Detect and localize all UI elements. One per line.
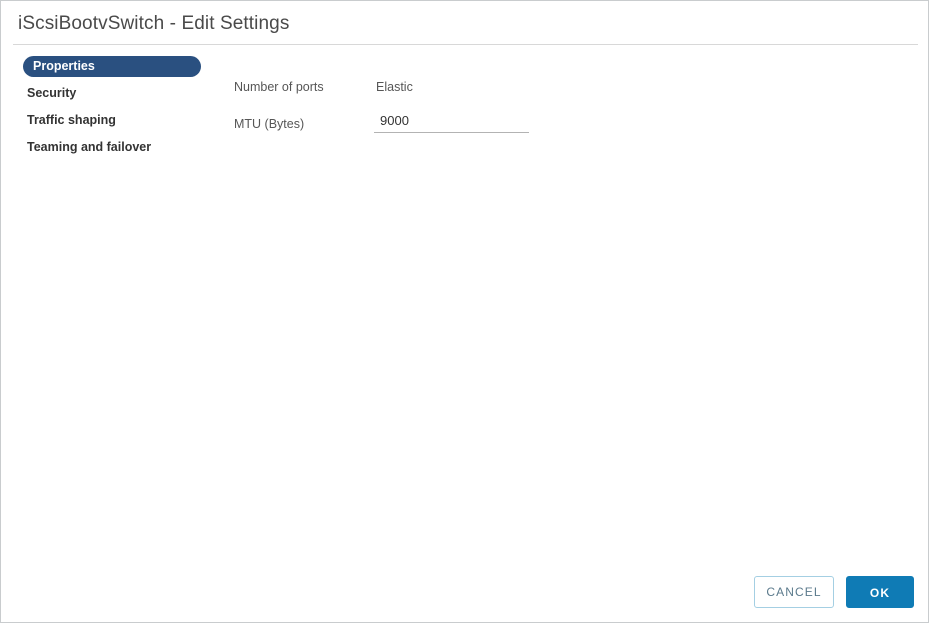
sidebar-item-label: Traffic shaping [27,113,116,127]
sidebar-item-label: Properties [33,59,95,73]
sidebar-item-teaming-and-failover[interactable]: Teaming and failover [23,137,223,158]
settings-nav: Properties Security Traffic shaping Team… [23,56,223,164]
sidebar-item-label: Teaming and failover [27,140,152,154]
dialog-body: Properties Security Traffic shaping Team… [1,45,928,565]
number-of-ports-label: Number of ports [234,80,324,94]
number-of-ports-value: Elastic [376,80,413,94]
sidebar-item-traffic-shaping[interactable]: Traffic shaping [23,110,223,131]
dialog-title-bar: iScsiBootvSwitch - Edit Settings [1,1,928,45]
page-title: iScsiBootvSwitch - Edit Settings [18,13,290,34]
dialog-footer: CANCEL OK [1,565,928,622]
cancel-button[interactable]: CANCEL [754,576,834,608]
mtu-input[interactable] [374,109,529,133]
ok-button[interactable]: OK [846,576,914,608]
edit-settings-dialog: iScsiBootvSwitch - Edit Settings Propert… [0,0,929,623]
sidebar-item-security[interactable]: Security [23,83,223,104]
sidebar-item-label: Security [27,86,77,100]
mtu-label: MTU (Bytes) [234,117,305,131]
sidebar-item-properties[interactable]: Properties [23,56,201,77]
